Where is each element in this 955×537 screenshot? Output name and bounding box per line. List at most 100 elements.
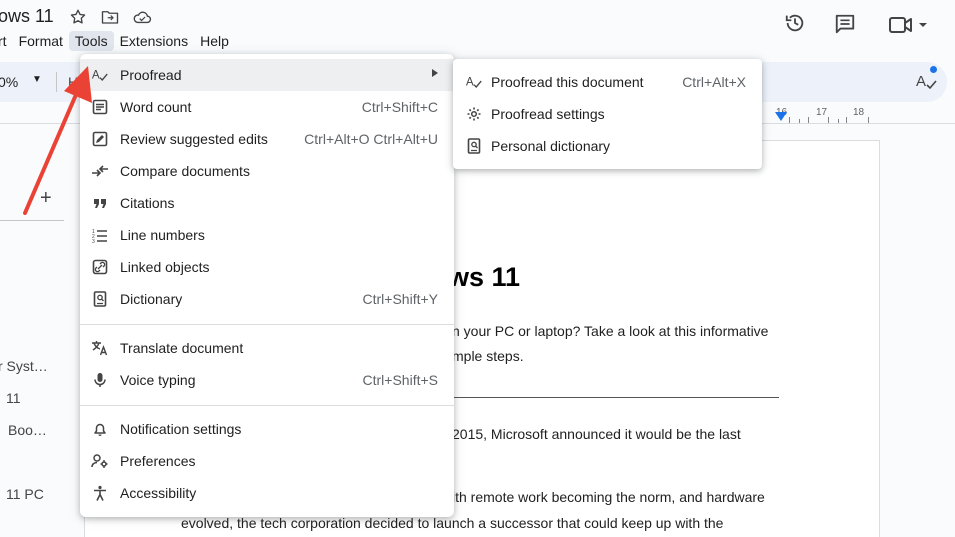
menu-tools[interactable]: Tools xyxy=(68,31,114,51)
ruler-label: 17 xyxy=(816,107,828,118)
document-heading[interactable]: ws 11 xyxy=(448,262,520,293)
star-icon[interactable] xyxy=(68,8,88,26)
outline-item[interactable]: 11 PC xyxy=(6,486,44,502)
menu-insert[interactable]: rt xyxy=(0,31,13,51)
menu-separator xyxy=(80,405,454,406)
submenu-item-label: Proofread this document xyxy=(491,74,644,90)
submenu-item-shortcut: Ctrl+Alt+X xyxy=(682,74,746,90)
proofread-submenu: A Proofread this document Ctrl+Alt+X Pro… xyxy=(453,59,762,169)
spellcheck-icon: A xyxy=(465,73,483,91)
submenu-arrow-icon xyxy=(432,69,438,77)
menu-bar: rt Format Tools Extensions Help xyxy=(0,30,235,52)
dictionary-icon xyxy=(465,137,483,155)
menu-item-label: Translate document xyxy=(120,340,244,356)
svg-text:A: A xyxy=(916,73,926,90)
outline-item[interactable]: Boo… xyxy=(8,422,47,438)
document-outline: + xyxy=(0,125,80,537)
menu-separator xyxy=(80,324,454,325)
outline-divider xyxy=(0,220,64,221)
submenu-item-label: Personal dictionary xyxy=(491,138,611,154)
microphone-icon xyxy=(91,371,109,389)
menu-item-compare-documents[interactable]: Compare documents xyxy=(80,155,454,187)
linked-objects-icon xyxy=(91,258,109,276)
notification-dot xyxy=(930,66,937,73)
menu-item-shortcut: Ctrl+Alt+O Ctrl+Alt+U xyxy=(304,131,438,147)
menu-item-label: Word count xyxy=(120,99,192,115)
ruler-tick xyxy=(846,117,847,123)
ruler-tick xyxy=(838,119,839,123)
right-indent-marker[interactable] xyxy=(775,112,787,121)
menu-item-translate-document[interactable]: Translate document xyxy=(80,332,454,364)
version-history-icon[interactable] xyxy=(782,10,808,36)
menu-item-word-count[interactable]: Word count Ctrl+Shift+C xyxy=(80,91,454,123)
preferences-icon xyxy=(91,452,109,470)
menu-item-label: Preferences xyxy=(120,453,196,469)
menu-item-label: Line numbers xyxy=(120,227,205,243)
menu-item-label: Compare documents xyxy=(120,163,250,179)
spellcheck-icon: A xyxy=(91,66,109,84)
submenu-item-proofread-settings[interactable]: Proofread settings xyxy=(453,98,762,130)
menu-item-notification-settings[interactable]: Notification settings xyxy=(80,413,454,445)
document-title[interactable]: ows 11 xyxy=(0,6,54,27)
translate-icon xyxy=(91,339,109,357)
menu-item-line-numbers[interactable]: 123 Line numbers xyxy=(80,219,454,251)
svg-text:A: A xyxy=(92,69,100,82)
menu-item-citations[interactable]: Citations xyxy=(80,187,454,219)
dictionary-icon xyxy=(91,290,109,308)
horizontal-line xyxy=(448,397,779,398)
menu-item-review-suggested-edits[interactable]: Review suggested edits Ctrl+Alt+O Ctrl+A… xyxy=(80,123,454,155)
menu-item-voice-typing[interactable]: Voice typing Ctrl+Shift+S xyxy=(80,364,454,396)
meet-icon[interactable] xyxy=(886,12,930,38)
top-bar: ows 11 rt Format Tools Extensions Help xyxy=(0,0,955,60)
menu-item-proofread[interactable]: A Proofread xyxy=(80,59,454,91)
menu-item-shortcut: Ctrl+Shift+S xyxy=(362,372,438,388)
menu-item-label: Proofread xyxy=(120,67,182,83)
outline-item[interactable]: 11 xyxy=(6,390,21,406)
add-tab-icon[interactable]: + xyxy=(40,187,52,210)
menu-item-preferences[interactable]: Preferences xyxy=(80,445,454,477)
submenu-item-label: Proofread settings xyxy=(491,106,605,122)
zoom-select[interactable]: 0% xyxy=(0,74,18,90)
menu-item-dictionary[interactable]: Dictionary Ctrl+Shift+Y xyxy=(80,283,454,315)
menu-help[interactable]: Help xyxy=(194,31,235,51)
menu-extensions[interactable]: Extensions xyxy=(114,31,194,51)
document-text-line[interactable]: 2015, Microsoft announced it would be th… xyxy=(452,426,741,442)
move-folder-icon[interactable] xyxy=(100,8,120,26)
svg-text:3: 3 xyxy=(92,239,95,243)
accessibility-icon xyxy=(91,484,109,502)
menu-format[interactable]: Format xyxy=(13,31,69,51)
cloud-status-icon[interactable] xyxy=(132,8,152,26)
outline-item[interactable]: r Syst… xyxy=(0,358,48,374)
comments-icon[interactable] xyxy=(832,11,858,37)
document-text-line[interactable]: mple steps. xyxy=(452,348,524,364)
word-count-icon xyxy=(91,98,109,116)
gear-icon xyxy=(465,105,483,123)
menu-item-label: Dictionary xyxy=(120,291,183,307)
document-text-line[interactable]: ith remote work becoming the norm, and h… xyxy=(452,489,765,505)
ruler-tick xyxy=(799,119,800,123)
zoom-caret-icon[interactable]: ▼ xyxy=(32,74,42,85)
menu-item-label: Review suggested edits xyxy=(120,131,268,147)
spellcheck-icon[interactable]: A xyxy=(914,70,940,94)
ruler-label: 18 xyxy=(853,107,865,118)
menu-item-linked-objects[interactable]: Linked objects xyxy=(80,251,454,283)
menu-item-accessibility[interactable]: Accessibility xyxy=(80,477,454,509)
menu-item-label: Citations xyxy=(120,195,175,211)
style-select[interactable]: H xyxy=(68,74,78,90)
submenu-item-personal-dictionary[interactable]: Personal dictionary xyxy=(453,130,762,162)
submenu-item-proofread-this-document[interactable]: A Proofread this document Ctrl+Alt+X xyxy=(453,66,762,98)
ruler-tick xyxy=(808,117,809,123)
menu-item-shortcut: Ctrl+Shift+C xyxy=(361,99,438,115)
menu-item-label: Linked objects xyxy=(120,259,210,275)
document-text-line[interactable]: evolved, the tech corporation decided to… xyxy=(181,515,723,531)
compare-icon xyxy=(91,162,109,180)
ruler-tick xyxy=(828,117,829,123)
quote-icon xyxy=(91,194,109,212)
document-text-line[interactable]: n your PC or laptop? Take a look at this… xyxy=(452,323,768,339)
toolbar-divider xyxy=(56,72,57,92)
tools-menu: A Proofread Word count Ctrl+Shift+C Revi… xyxy=(80,54,454,517)
line-numbers-icon: 123 xyxy=(91,226,109,244)
bell-icon xyxy=(91,420,109,438)
menu-item-label: Accessibility xyxy=(120,485,197,501)
menu-item-label: Notification settings xyxy=(120,421,242,437)
